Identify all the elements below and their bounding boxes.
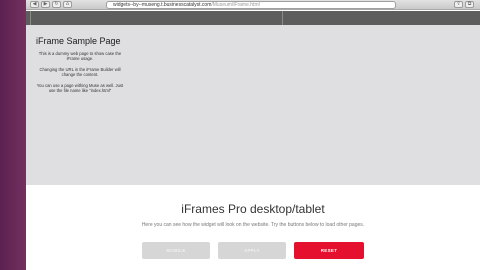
browser-toolbar: ◀ ▶ ↻ ⌂ widgets--by--museng.t.businessca… — [26, 0, 480, 10]
iframe-content: iFrame Sample Page This is a dummy web p… — [26, 25, 130, 185]
forward-button[interactable]: ▶ — [41, 1, 50, 8]
nav-buttons: ◀ ▶ ↻ ⌂ — [30, 1, 72, 8]
widget-section: iFrames Pro desktop/tablet Here you can … — [26, 185, 480, 270]
back-button[interactable]: ◀ — [30, 1, 39, 8]
iframe-paragraph-2: Changing the URL in the iFrame Builder w… — [39, 67, 121, 77]
builder-toolbar — [26, 11, 480, 25]
reload-button[interactable]: ↻ — [52, 1, 61, 8]
desktop-background — [0, 0, 26, 270]
reset-button[interactable]: RESET — [294, 242, 364, 259]
toolbar-divider-left — [30, 11, 31, 25]
address-host: widgets--by--museng.t.businesscatalyst.c… — [113, 2, 212, 8]
share-icon[interactable]: ⇪ — [454, 1, 463, 8]
iframe-preview-area: iFrame Sample Page This is a dummy web p… — [26, 25, 480, 185]
apply-button[interactable]: APPLY — [218, 242, 286, 259]
home-button[interactable]: ⌂ — [63, 1, 72, 8]
section-subtext: Here you can see how the widget will loo… — [141, 222, 365, 228]
tabs-icon[interactable]: ⧉ — [465, 1, 474, 8]
iframe-paragraph-3: You can use a page withing Muse as well.… — [36, 83, 124, 93]
iframe-sample-title: iFrame Sample Page — [36, 36, 121, 46]
browser-window: ◀ ▶ ↻ ⌂ widgets--by--museng.t.businessca… — [26, 0, 480, 270]
address-bar[interactable]: widgets--by--museng.t.businesscatalyst.c… — [106, 1, 396, 9]
toolbar-divider — [282, 11, 283, 25]
address-path: /Museum/iFrame.html — [211, 2, 260, 8]
iframe-paragraph-1: This is a dummy web page to show case th… — [38, 51, 122, 61]
section-heading: iFrames Pro desktop/tablet — [181, 202, 325, 216]
mobile-button[interactable]: MOBILE — [142, 242, 210, 259]
browser-actions: ⇪ ⧉ — [454, 1, 474, 8]
